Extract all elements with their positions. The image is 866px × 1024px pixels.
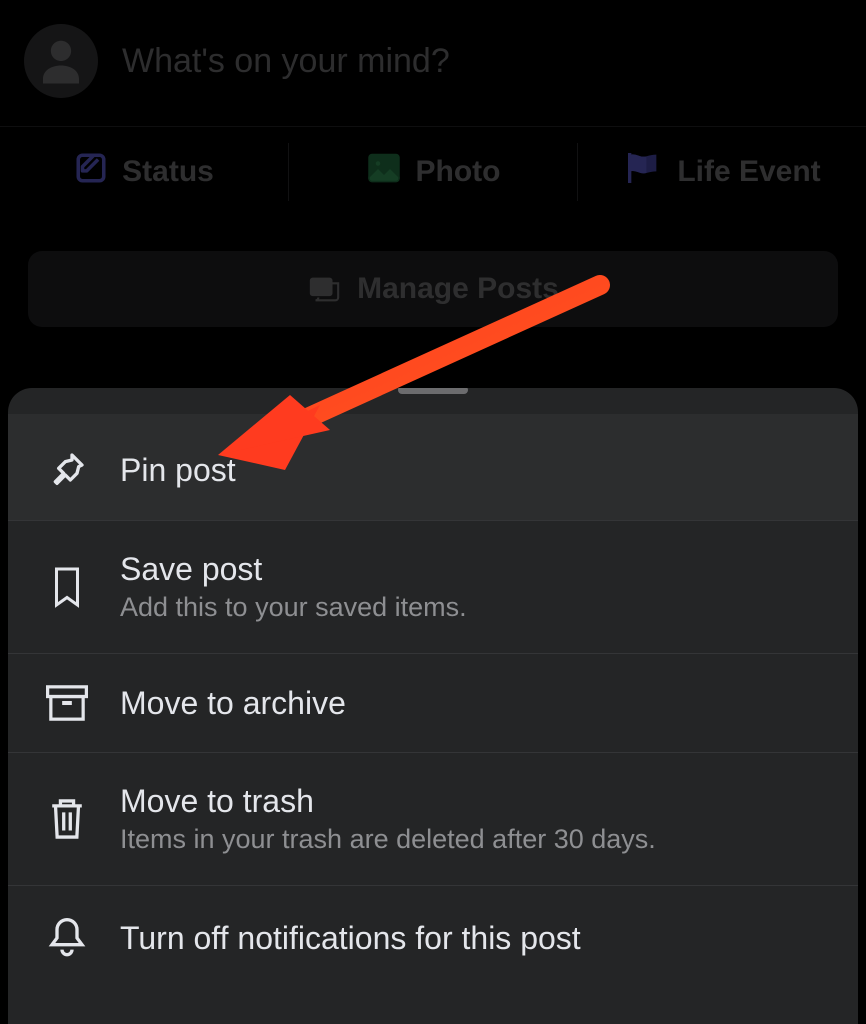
menu-item-pin[interactable]: Pin post [8, 414, 858, 521]
flag-icon [623, 148, 663, 196]
manage-posts-button[interactable]: Manage Posts [28, 251, 838, 327]
manage-posts-wrap: Manage Posts [0, 217, 866, 365]
photo-button[interactable]: Photo [289, 127, 577, 217]
life-event-label: Life Event [677, 155, 820, 189]
archive-icon [44, 684, 90, 722]
photo-icon [366, 150, 402, 194]
sheet-handle[interactable] [398, 388, 468, 394]
life-event-button[interactable]: Life Event [578, 127, 866, 217]
status-label: Status [122, 155, 214, 189]
menu-item-sub: Items in your trash are deleted after 30… [120, 824, 656, 855]
post-actions-menu: Pin post Save post Add this to your save… [8, 388, 858, 990]
photo-label: Photo [416, 155, 501, 189]
avatar[interactable] [24, 24, 98, 98]
menu-item-label: Save post [120, 551, 467, 588]
composer-row[interactable]: What's on your mind? [0, 0, 866, 127]
menu-item-trash[interactable]: Move to trash Items in your trash are de… [8, 753, 858, 886]
manage-posts-label: Manage Posts [357, 272, 559, 306]
menu-item-label: Turn off notifications for this post [120, 920, 581, 957]
menu-item-archive[interactable]: Move to archive [8, 654, 858, 753]
status-icon [74, 151, 108, 193]
menu-item-label: Pin post [120, 452, 236, 489]
silhouette-icon [34, 34, 88, 88]
menu-item-label: Move to trash [120, 783, 656, 820]
menu-item-sub: Add this to your saved items. [120, 592, 467, 623]
composer-placeholder[interactable]: What's on your mind? [122, 42, 450, 81]
menu-item-notifications[interactable]: Turn off notifications for this post [8, 886, 858, 990]
menu-item-label: Move to archive [120, 685, 346, 722]
bell-icon [44, 916, 90, 960]
menu-item-save[interactable]: Save post Add this to your saved items. [8, 521, 858, 654]
status-button[interactable]: Status [0, 127, 288, 217]
manage-icon [307, 272, 341, 306]
composer-actions: Status Photo Life Event [0, 127, 866, 217]
trash-icon [44, 796, 90, 842]
pin-icon [44, 450, 90, 490]
bottom-sheet: Pin post Save post Add this to your save… [8, 388, 858, 1024]
bookmark-icon [44, 565, 90, 609]
